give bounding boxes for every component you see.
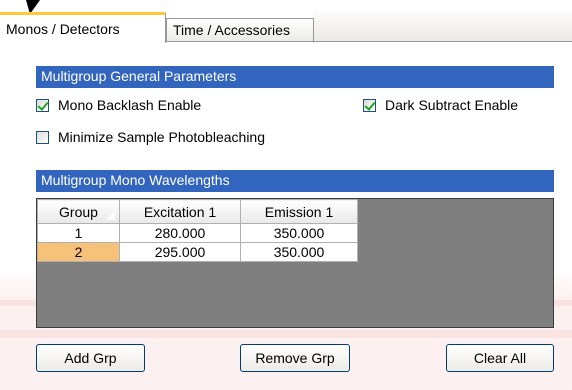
background-band	[0, 330, 572, 338]
mono-backlash-label: Mono Backlash Enable	[58, 97, 202, 113]
table-row[interactable]: 1 280.000 350.000	[37, 223, 358, 243]
table-row[interactable]: 2 295.000 350.000	[37, 242, 358, 262]
column-header-group[interactable]: Group	[37, 199, 120, 224]
sort-indicator-icon	[106, 211, 115, 220]
add-group-button[interactable]: Add Grp	[36, 344, 145, 372]
dark-subtract-label: Dark Subtract Enable	[385, 97, 519, 113]
row-group-cell[interactable]: 1	[37, 223, 120, 243]
photobleaching-checkbox[interactable]: Minimize Sample Photobleaching	[36, 129, 265, 145]
mono-backlash-checkbox[interactable]: Mono Backlash Enable	[36, 97, 201, 113]
tab-strip: Monos / Detectors Time / Accessories	[0, 12, 572, 43]
excitation-cell[interactable]: 295.000	[119, 242, 241, 262]
checkbox-unchecked-icon[interactable]	[36, 130, 49, 144]
wavelength-table: Group Excitation 1 Emission 1 1 280.000 …	[37, 199, 358, 262]
mono-wavelengths-header: Multigroup Mono Wavelengths	[36, 170, 554, 192]
tab-time-accessories[interactable]: Time / Accessories	[166, 18, 314, 41]
dark-subtract-checkbox[interactable]: Dark Subtract Enable	[363, 97, 518, 113]
remove-group-button[interactable]: Remove Grp	[240, 344, 350, 372]
row-group-cell[interactable]: 2	[37, 242, 120, 262]
wavelength-grid[interactable]: Group Excitation 1 Emission 1 1 280.000 …	[36, 198, 554, 328]
general-parameters-header: Multigroup General Parameters	[36, 66, 554, 88]
column-header-label: Group	[59, 203, 98, 220]
tab-monos-detectors[interactable]: Monos / Detectors	[0, 12, 166, 43]
tab-label: Monos / Detectors	[6, 21, 120, 37]
checkbox-checked-icon[interactable]	[363, 98, 376, 112]
table-header-row: Group Excitation 1 Emission 1	[37, 199, 358, 224]
tab-label: Time / Accessories	[173, 22, 290, 38]
column-header-emission[interactable]: Emission 1	[240, 199, 358, 224]
emission-cell[interactable]: 350.000	[240, 223, 358, 243]
excitation-cell[interactable]: 280.000	[119, 223, 241, 243]
tab-strip-background	[314, 12, 572, 41]
photobleaching-label: Minimize Sample Photobleaching	[58, 129, 265, 145]
emission-cell[interactable]: 350.000	[240, 242, 358, 262]
checkbox-checked-icon[interactable]	[36, 98, 49, 112]
column-header-excitation[interactable]: Excitation 1	[119, 199, 241, 224]
clear-all-button[interactable]: Clear All	[446, 344, 554, 372]
